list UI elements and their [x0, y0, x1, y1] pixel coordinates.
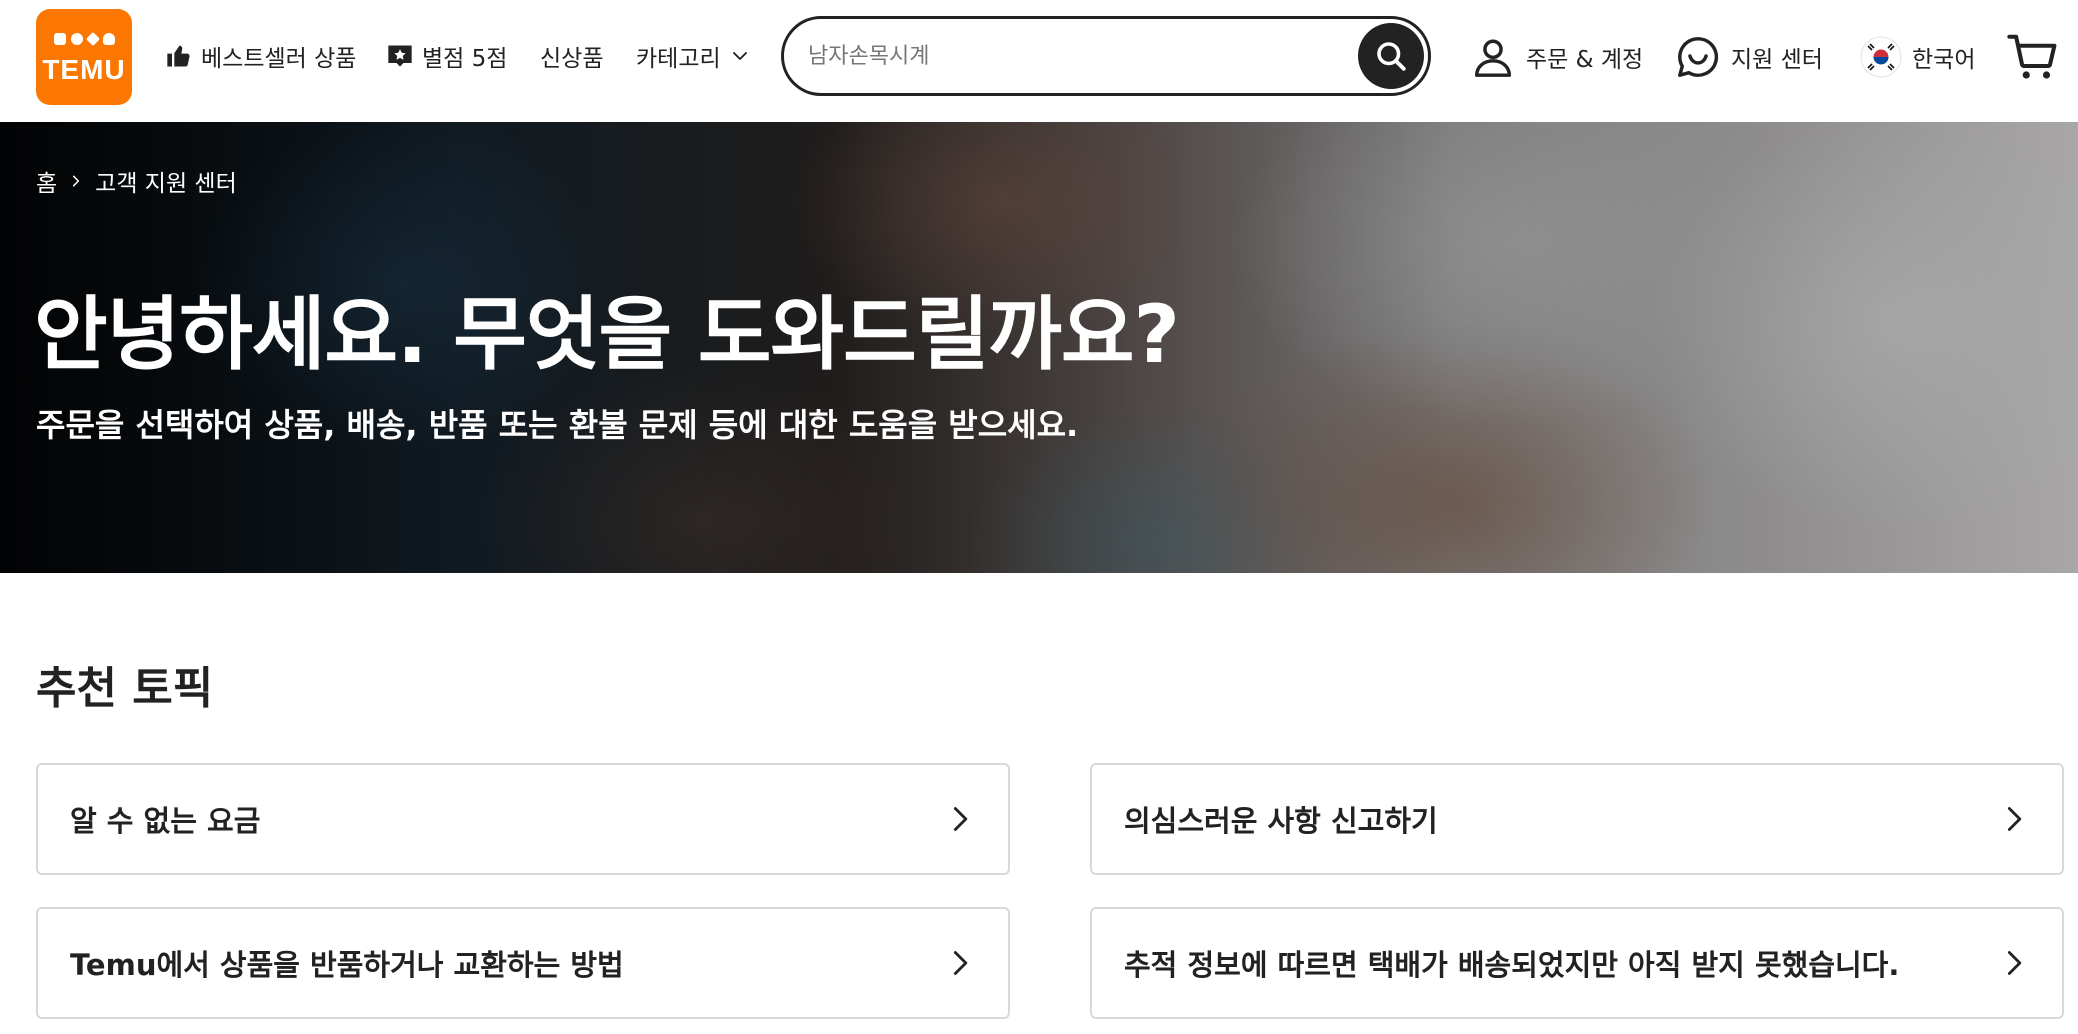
cart-button[interactable]: [2006, 30, 2070, 84]
chevron-right-icon: [946, 805, 974, 833]
chevron-down-icon: [731, 47, 749, 65]
korea-flag-icon: [1860, 36, 1902, 78]
nav-bestsellers-label: 베스트셀러 상품: [201, 46, 357, 72]
search-bar: [781, 16, 1431, 96]
chat-support-icon: [1675, 34, 1721, 80]
chevron-right-icon: [946, 949, 974, 977]
cart-icon: [2006, 30, 2060, 84]
topic-label: Temu에서 상품을 반품하거나 교환하는 방법: [70, 948, 624, 982]
topic-card[interactable]: 의심스러운 사항 신고하기: [1090, 763, 2064, 875]
nav-five-stars-label: 별점 5점: [422, 46, 508, 72]
user-icon: [1470, 34, 1516, 80]
temu-logo[interactable]: TEMU: [36, 9, 132, 105]
hero-title: 안녕하세요. 무엇을 도와드릴까요?: [34, 288, 1180, 381]
nav-five-stars[interactable]: 별점 5점: [386, 38, 507, 74]
thumbs-up-icon: [165, 42, 193, 70]
star-badge-icon: [386, 42, 414, 70]
breadcrumb-current: 고객 지원 센터: [95, 171, 237, 197]
logo-text: TEMU: [42, 54, 126, 85]
chevron-right-icon: [2000, 805, 2028, 833]
hero-subtitle: 주문을 선택하여 상품, 배송, 반품 또는 환불 문제 등에 대한 도움을 받…: [36, 406, 1079, 444]
nav-new-arrivals[interactable]: 신상품: [540, 38, 603, 74]
chevron-right-icon: [2000, 949, 2028, 977]
topic-card[interactable]: Temu에서 상품을 반품하거나 교환하는 방법: [36, 907, 1010, 1019]
search-input[interactable]: [806, 33, 1326, 79]
support-center-link[interactable]: 지원 센터: [1675, 30, 1823, 84]
topic-label: 의심스러운 사항 신고하기: [1124, 804, 1438, 838]
orders-account-link[interactable]: 주문 & 계정: [1470, 30, 1643, 84]
nav-categories[interactable]: 카테고리: [636, 38, 749, 74]
topic-label: 알 수 없는 요금: [70, 804, 261, 838]
nav-bestsellers[interactable]: 베스트셀러 상품: [165, 38, 356, 74]
breadcrumb: 홈 고객 지원 센터: [36, 164, 237, 198]
recommended-topics-title: 추천 토픽: [36, 663, 214, 714]
nav-new-arrivals-label: 신상품: [540, 46, 604, 72]
logo-figures: [36, 31, 132, 47]
topic-card[interactable]: 알 수 없는 요금: [36, 763, 1010, 875]
topic-card[interactable]: 추적 정보에 따르면 택배가 배송되었지만 아직 받지 못했습니다.: [1090, 907, 2064, 1019]
hero-banner: 홈 고객 지원 센터 안녕하세요. 무엇을 도와드릴까요? 주문을 선택하여 상…: [0, 122, 2078, 573]
orders-account-label: 주문 & 계정: [1526, 47, 1644, 73]
support-center-label: 지원 센터: [1731, 47, 1823, 73]
topic-label: 추적 정보에 따르면 택배가 배송되었지만 아직 받지 못했습니다.: [1124, 948, 1900, 982]
search-button[interactable]: [1358, 23, 1424, 89]
language-label: 한국어: [1912, 47, 1976, 73]
chevron-right-icon: [69, 174, 83, 188]
breadcrumb-home[interactable]: 홈: [36, 164, 57, 198]
nav-categories-label: 카테고리: [636, 46, 721, 72]
search-icon: [1373, 38, 1409, 74]
language-selector[interactable]: 한국어: [1860, 30, 1975, 84]
top-header: TEMU 베스트셀러 상품 별점 5점 신상품 카테고리 주문: [0, 0, 2078, 122]
